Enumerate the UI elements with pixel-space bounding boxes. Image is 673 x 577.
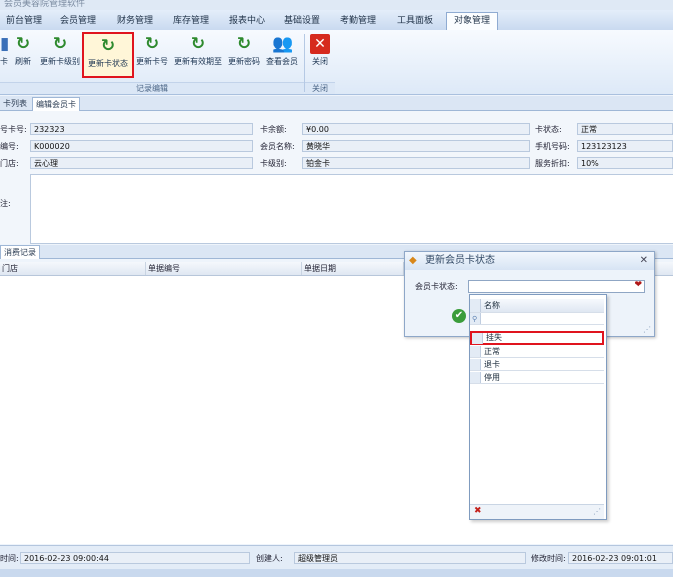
refresh-icon: ↻	[100, 36, 116, 56]
menu-tab-report[interactable]: 报表中心	[222, 13, 272, 29]
group-label-record: 记录编辑	[0, 82, 304, 94]
refresh-icon: ↻	[236, 34, 252, 54]
window-title: 会员美容院管理软件	[0, 0, 673, 10]
discount-field[interactable]: 10%	[577, 157, 673, 169]
card-form: 号卡号: 232323 卡余额: ¥0.00 卡状态: 正常 编号: K0000…	[0, 111, 673, 244]
close-icon[interactable]: ✕	[640, 252, 648, 270]
menu-tab-finance[interactable]: 财务管理	[110, 13, 160, 29]
dropdown-option-lost[interactable]: 挂失	[470, 331, 604, 345]
store-field[interactable]: 云心理	[30, 157, 253, 169]
modified-time-field: 2016-02-23 09:01:01	[568, 552, 673, 564]
member-no-field[interactable]: K000020	[30, 140, 253, 152]
refresh-icon: ↻	[15, 34, 31, 54]
refresh-icon: ↻	[144, 34, 160, 54]
card-no-label: 号卡号:	[0, 125, 27, 134]
update-password-button[interactable]: ↻ 更新密码	[226, 32, 262, 74]
phone-label: 手机号码:	[535, 142, 570, 151]
dropdown-option-refund[interactable]: 退卡	[470, 359, 604, 371]
bottom-strip	[0, 569, 673, 577]
created-time-field: 2016-02-23 09:00:44	[20, 552, 250, 564]
balance-label: 卡余额:	[260, 125, 287, 134]
phone-field[interactable]: 123123123	[577, 140, 673, 152]
dialog-title: ◆ 更新会员卡状态 ✕	[405, 252, 654, 270]
level-field[interactable]: 铂金卡	[302, 157, 530, 169]
menu-tab-member[interactable]: 会员管理	[53, 13, 103, 29]
dropdown-heart-icon[interactable]: ❤	[634, 280, 642, 290]
update-card-no-button[interactable]: ↻ 更新卡号	[134, 32, 170, 74]
dialog-field-label: 会员卡状态:	[415, 282, 458, 291]
ribbon: ▮ 卡 ↻ 刷新 ↻ 更新卡级别 ↻ 更新卡状态 ↻ 更新卡号 ↻ 更新有效期至…	[0, 30, 673, 95]
member-name-field[interactable]: 黄晓华	[302, 140, 530, 152]
menu-tab-front[interactable]: 前台管理	[0, 13, 48, 29]
status-label: 卡状态:	[535, 125, 562, 134]
dropdown-filter-row[interactable]: ⚲	[470, 313, 604, 325]
update-expiry-button[interactable]: ↻ 更新有效期至	[171, 32, 225, 74]
creator-field: 超级管理员	[294, 552, 526, 564]
remark-label: 注:	[0, 199, 11, 208]
update-card-status-button[interactable]: ↻ 更新卡状态	[82, 32, 134, 78]
member-no-label: 编号:	[0, 142, 19, 151]
discount-label: 服务折扣:	[535, 159, 570, 168]
menu-tab-object[interactable]: 对象管理	[446, 12, 498, 31]
member-name-label: 会员名称:	[260, 142, 295, 151]
menu-tab-attendance[interactable]: 考勤管理	[333, 13, 383, 29]
remark-textarea[interactable]	[30, 174, 673, 244]
sub-tabs: 卡列表 编辑会员卡	[0, 96, 673, 111]
menu-tab-tools[interactable]: 工具面板	[390, 13, 440, 29]
created-time-label: 时间:	[0, 554, 19, 563]
stub-icon: ▮	[0, 34, 10, 54]
creator-label: 创建人:	[256, 554, 283, 563]
dropdown-header: 名称	[470, 299, 604, 313]
balance-field[interactable]: ¥0.00	[302, 123, 530, 135]
tab-card-list[interactable]: 卡列表	[0, 97, 30, 110]
status-combo[interactable]: ❤	[468, 280, 645, 293]
status-bar: 时间: 2016-02-23 09:00:44 创建人: 超级管理员 修改时间:…	[0, 545, 673, 570]
check-icon[interactable]: ✔	[452, 309, 466, 323]
status-field[interactable]: 正常	[577, 123, 673, 135]
menu-tab-inventory[interactable]: 库存管理	[166, 13, 216, 29]
dropdown-option-disabled[interactable]: 停用	[470, 372, 604, 384]
tab-edit-card[interactable]: 编辑会员卡	[32, 97, 80, 111]
column-header-bill-no[interactable]: 单据编号	[146, 262, 302, 275]
update-card-level-button[interactable]: ↻ 更新卡级别	[38, 32, 82, 74]
refresh-button[interactable]: ↻ 刷新	[10, 32, 36, 74]
view-member-button[interactable]: 👥 查看会员	[263, 32, 301, 74]
group-label-close: 关闭	[305, 82, 335, 94]
dropdown-footer: ✖ ⋰	[470, 504, 604, 519]
status-dropdown: 名称 ⚲ 挂失 正常 退卡 停用 ✖ ⋰	[469, 294, 607, 520]
close-button[interactable]: ✕ 关闭	[307, 32, 333, 74]
card-no-field[interactable]: 232323	[30, 123, 253, 135]
menu-bar: 前台管理 会员管理 财务管理 库存管理 报表中心 基础设置 考勤管理 工具面板 …	[0, 10, 673, 31]
clear-icon[interactable]: ✖	[474, 506, 482, 516]
refresh-icon: ↻	[52, 34, 68, 54]
level-label: 卡级别:	[260, 159, 287, 168]
dropdown-option-normal[interactable]: 正常	[470, 346, 604, 358]
ribbon-stub-button[interactable]: ▮ 卡	[0, 32, 10, 74]
menu-tab-basic[interactable]: 基础设置	[277, 13, 327, 29]
resize-grip-icon[interactable]: ⋰	[593, 507, 601, 516]
column-header-bill-date[interactable]: 单据日期	[302, 262, 404, 275]
modified-time-label: 修改时间:	[531, 554, 566, 563]
users-icon: 👥	[272, 34, 294, 54]
close-icon: ✕	[310, 34, 330, 54]
tab-consumption-records[interactable]: 消费记录	[0, 245, 40, 259]
filter-icon: ⚲	[472, 315, 478, 323]
app-icon: ◆	[409, 255, 417, 266]
resize-grip-icon[interactable]: ⋰	[643, 325, 651, 334]
store-label: 门店:	[0, 159, 19, 168]
refresh-icon: ↻	[190, 34, 206, 54]
column-header-store[interactable]: 门店	[0, 262, 146, 275]
